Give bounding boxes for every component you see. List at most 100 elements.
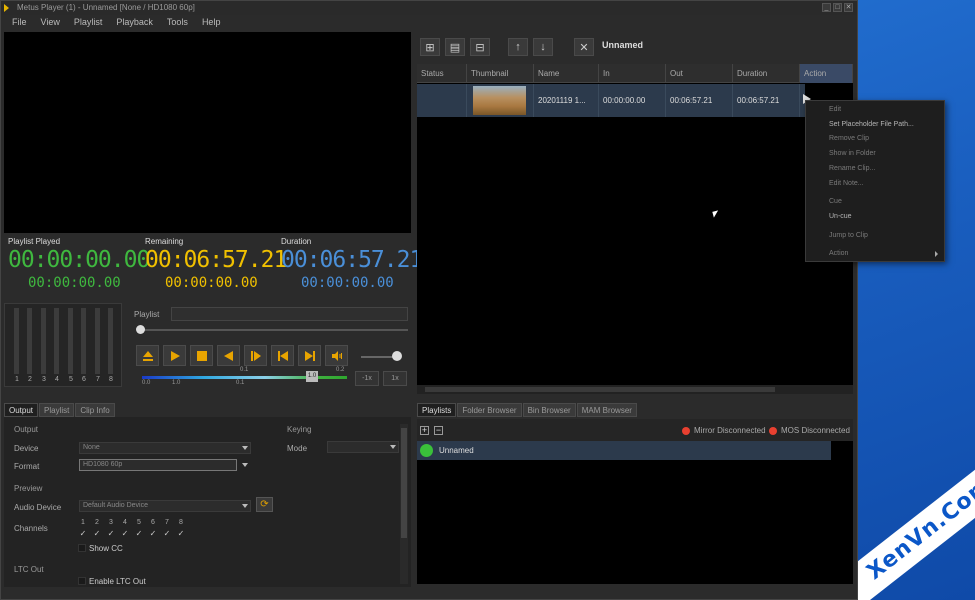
format-select[interactable]: HD1080 60p — [79, 459, 237, 471]
menu-item-rename-clip[interactable]: Rename Clip... — [829, 165, 875, 172]
played-timer: Playlist Played 00:00:00.00 00:00:00.00 — [8, 237, 150, 292]
app-window: Metus Player (1) - Unnamed [None / HD108… — [0, 0, 858, 600]
chevron-down-icon — [242, 446, 248, 450]
tab-playlist[interactable]: Playlist — [39, 403, 75, 417]
play-button[interactable] — [163, 345, 186, 366]
mode-select[interactable] — [327, 441, 399, 453]
mute-button[interactable] — [325, 345, 348, 366]
duration-label: Duration — [281, 237, 312, 246]
timers-panel: Playlist Played 00:00:00.00 00:00:00.00 … — [4, 237, 423, 297]
next-button[interactable] — [298, 345, 321, 366]
audio-level-scale: 0.0 1.0 0.1 0.1 0.2 1.0 — [142, 367, 347, 387]
audio-device-value: Default Audio Device — [83, 502, 148, 509]
archive-button[interactable]: ▤ — [445, 38, 465, 56]
previous-button[interactable] — [271, 345, 294, 366]
list-item[interactable]: Unnamed — [417, 441, 831, 460]
grid-scrollbar[interactable] — [417, 385, 853, 394]
column-duration[interactable]: Duration — [733, 64, 800, 83]
remove-clip-button[interactable]: ⊟ — [470, 38, 490, 56]
volume-handle[interactable] — [392, 351, 402, 361]
right-tabs: Playlists Folder Browser Bin Browser MAM… — [417, 403, 637, 417]
close-window-button[interactable]: ✕ — [844, 3, 853, 12]
move-down-button[interactable]: ↓ — [533, 38, 553, 56]
output-settings: Output Device None Format HD1080 60p Pre… — [4, 417, 411, 587]
menu-help[interactable]: Help — [202, 15, 221, 29]
menu-item-jump-to-clip[interactable]: Jump to Clip — [829, 232, 868, 239]
playlist-progress-bar — [171, 307, 408, 321]
tab-playlists[interactable]: Playlists — [417, 403, 457, 417]
channel-checkbox[interactable]: ✓ — [92, 529, 102, 538]
menu-playback[interactable]: Playback — [116, 15, 153, 29]
playlist-toolbar: ⊞ ▤ ⊟ ↑ ↓ ✕ Unnamed — [417, 34, 853, 60]
channel-checkbox[interactable]: ✓ — [120, 529, 130, 538]
scrollbar-thumb[interactable] — [425, 387, 775, 392]
seek-track[interactable] — [140, 329, 408, 331]
column-name[interactable]: Name — [534, 64, 599, 83]
channel-checkbox[interactable]: ✓ — [162, 529, 172, 538]
step-forward-button[interactable] — [244, 345, 267, 366]
scale-tick: 0.0 — [142, 380, 151, 386]
minimize-button[interactable]: _ — [822, 3, 831, 12]
menu-view[interactable]: View — [41, 15, 60, 29]
channel-checkbox[interactable]: ✓ — [176, 529, 186, 538]
meter-channel-label: 4 — [55, 376, 59, 383]
channel-checkbox[interactable]: ✓ — [78, 529, 88, 538]
stop-button[interactable] — [190, 345, 213, 366]
menu-item-action[interactable]: Action — [829, 250, 848, 257]
remove-playlist-button[interactable]: − — [434, 426, 443, 435]
menu-item-cue[interactable]: Cue — [829, 198, 842, 205]
settings-scrollbar[interactable] — [400, 424, 408, 584]
device-select[interactable]: None — [79, 442, 251, 454]
menu-file[interactable]: File — [12, 15, 27, 29]
meter-bar — [108, 308, 113, 374]
ltc-section-title: LTC Out — [14, 565, 44, 574]
scale-tick: 0.1 — [236, 380, 245, 386]
played-time: 00:00:00.00 — [8, 247, 150, 273]
seek-handle[interactable] — [136, 325, 145, 334]
chevron-right-icon — [935, 251, 938, 257]
menu-tools[interactable]: Tools — [167, 15, 188, 29]
menu-item-edit-note[interactable]: Edit Note... — [829, 180, 864, 187]
tab-output[interactable]: Output — [4, 403, 39, 417]
move-up-button[interactable]: ↑ — [508, 38, 528, 56]
transport-controls — [136, 345, 348, 366]
column-thumbnail[interactable]: Thumbnail — [467, 64, 534, 83]
menu-item-uncue[interactable]: Un-cue — [829, 213, 852, 220]
close-playlist-button[interactable]: ✕ — [574, 38, 594, 56]
column-out[interactable]: Out — [666, 64, 733, 83]
channel-checkbox[interactable]: ✓ — [134, 529, 144, 538]
enable-ltc-label: Enable LTC Out — [89, 577, 146, 586]
rewind-button[interactable] — [217, 345, 240, 366]
tab-clip-info[interactable]: Clip Info — [75, 403, 115, 417]
speed-down-button[interactable]: -1x — [355, 371, 379, 386]
menu-item-edit[interactable]: Edit — [829, 106, 841, 113]
chevron-down-icon — [242, 504, 248, 508]
column-action[interactable]: Action — [800, 64, 853, 83]
eject-button[interactable] — [136, 345, 159, 366]
menu-item-remove-clip[interactable]: Remove Clip — [829, 135, 869, 142]
channel-checkbox[interactable]: ✓ — [106, 529, 116, 538]
add-clip-button[interactable]: ⊞ — [420, 38, 440, 56]
add-playlist-button[interactable]: + — [420, 426, 429, 435]
menu-playlist[interactable]: Playlist — [74, 15, 103, 29]
refresh-button[interactable]: ⟳ — [256, 497, 273, 512]
tab-folder-browser[interactable]: Folder Browser — [457, 403, 522, 417]
audio-device-select[interactable]: Default Audio Device — [79, 500, 251, 512]
scrollbar-thumb[interactable] — [401, 428, 407, 538]
table-row[interactable]: 20201119 1... 00:00:00.00 00:06:57.21 00… — [417, 84, 805, 117]
chevron-down-icon[interactable] — [242, 463, 248, 467]
tab-bin-browser[interactable]: Bin Browser — [522, 403, 576, 417]
close-icon: ✕ — [579, 41, 589, 54]
tab-mam-browser[interactable]: MAM Browser — [576, 403, 637, 417]
enable-ltc-checkbox[interactable] — [78, 577, 86, 585]
meter-bar — [14, 308, 19, 374]
menu-item-show-in-folder[interactable]: Show in Folder — [829, 150, 876, 157]
menu-item-set-placeholder[interactable]: Set Placeholder File Path... — [829, 121, 914, 128]
show-cc-checkbox[interactable] — [78, 544, 86, 552]
maximize-button[interactable]: □ — [833, 3, 842, 12]
speed-normal-button[interactable]: 1x — [383, 371, 407, 386]
column-in[interactable]: In — [599, 64, 666, 83]
column-status[interactable]: Status — [417, 64, 467, 83]
channel-checkbox[interactable]: ✓ — [148, 529, 158, 538]
level-marker[interactable]: 1.0 — [306, 371, 318, 382]
